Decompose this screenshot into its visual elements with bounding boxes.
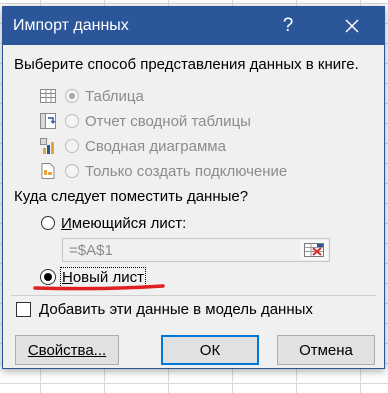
table-icon: [40, 89, 56, 103]
option-pivot-table-label: Отчет сводной таблицы: [85, 112, 251, 130]
connection-icon: [41, 163, 55, 179]
data-model-label: Добавить эти данные в модель данных: [39, 300, 313, 318]
cancel-button[interactable]: Отмена: [277, 335, 375, 365]
radio-existing-sheet[interactable]: [41, 216, 55, 230]
title-bar: Импорт данных ?: [3, 7, 384, 45]
properties-button[interactable]: Свойства...: [15, 335, 119, 365]
help-icon: ?: [282, 15, 294, 36]
ok-button[interactable]: ОК: [161, 335, 259, 365]
dialog-content: Выберите способ представления данных в к…: [3, 45, 384, 368]
view-prompt: Выберите способ представления данных в к…: [14, 56, 359, 73]
pivot-chart-icon: [40, 138, 54, 154]
dialog-title: Импорт данных: [13, 17, 129, 34]
option-pivot-chart-label: Сводная диаграмма: [85, 137, 226, 155]
radio-table[interactable]: [65, 89, 79, 103]
option-existing-sheet-label: Имеющийся лист:: [61, 214, 187, 232]
option-connection-only[interactable]: Только создать подключение: [65, 160, 287, 182]
range-select-icon: [304, 243, 324, 257]
radio-connection-only[interactable]: [65, 164, 79, 178]
option-connection-only-label: Только создать подключение: [85, 162, 288, 180]
close-button[interactable]: [329, 7, 375, 45]
radio-pivot-table[interactable]: [65, 114, 79, 128]
import-data-dialog: Импорт данных ? Выберите способ представ…: [2, 6, 385, 369]
option-table[interactable]: Таблица: [65, 85, 144, 107]
collapse-dialog-button[interactable]: [300, 240, 328, 260]
data-model-checkbox[interactable]: [16, 301, 31, 317]
option-pivot-table[interactable]: Отчет сводной таблицы: [65, 110, 251, 132]
radio-pivot-chart[interactable]: [65, 139, 79, 153]
ok-button-label: ОК: [199, 341, 221, 359]
cancel-button-label: Отмена: [299, 341, 353, 359]
option-table-label: Таблица: [85, 87, 144, 105]
reference-input[interactable]: =$A$1: [62, 238, 330, 262]
close-icon: [345, 19, 359, 33]
pivot-table-icon: [40, 113, 56, 129]
location-prompt: Куда следует поместить данные?: [14, 188, 249, 205]
annotation-underline: [33, 284, 165, 291]
option-pivot-chart[interactable]: Сводная диаграмма: [65, 135, 226, 157]
option-existing-sheet[interactable]: Имеющийся лист:: [41, 212, 186, 234]
divider: [11, 295, 376, 296]
data-model-option[interactable]: Добавить эти данные в модель данных: [16, 298, 313, 320]
reference-value: =$A$1: [69, 242, 113, 259]
properties-button-label: Свойства...: [27, 341, 107, 359]
help-button[interactable]: ?: [265, 7, 311, 45]
